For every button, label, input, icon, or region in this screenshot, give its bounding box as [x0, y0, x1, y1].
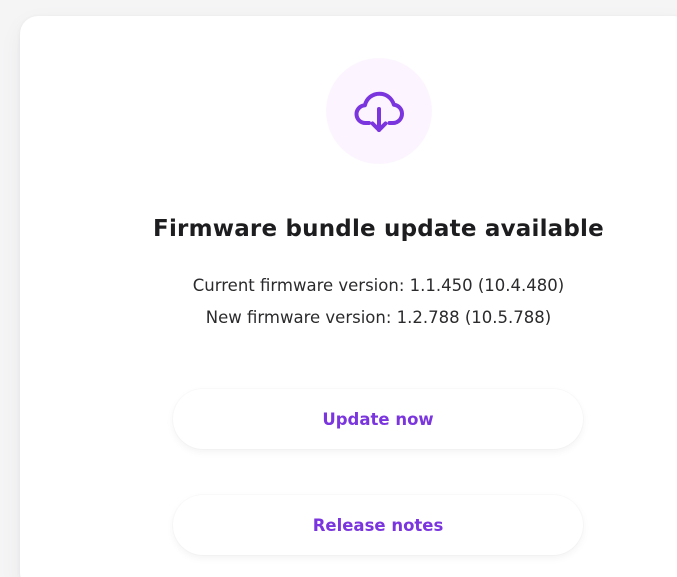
cloud-download-icon — [354, 91, 404, 132]
new-firmware-version: New firmware version: 1.2.788 (10.5.788) — [205, 308, 552, 327]
firmware-update-card: Firmware bundle update available Current… — [20, 16, 677, 577]
current-firmware-version: Current firmware version: 1.1.450 (10.4.… — [192, 276, 565, 295]
cloud-download-icon-badge — [326, 58, 432, 164]
release-notes-button[interactable]: Release notes — [173, 495, 583, 555]
firmware-update-page: Firmware bundle update available Current… — [0, 0, 677, 577]
dialog-title: Firmware bundle update available — [153, 216, 604, 242]
update-now-button[interactable]: Update now — [173, 389, 583, 449]
